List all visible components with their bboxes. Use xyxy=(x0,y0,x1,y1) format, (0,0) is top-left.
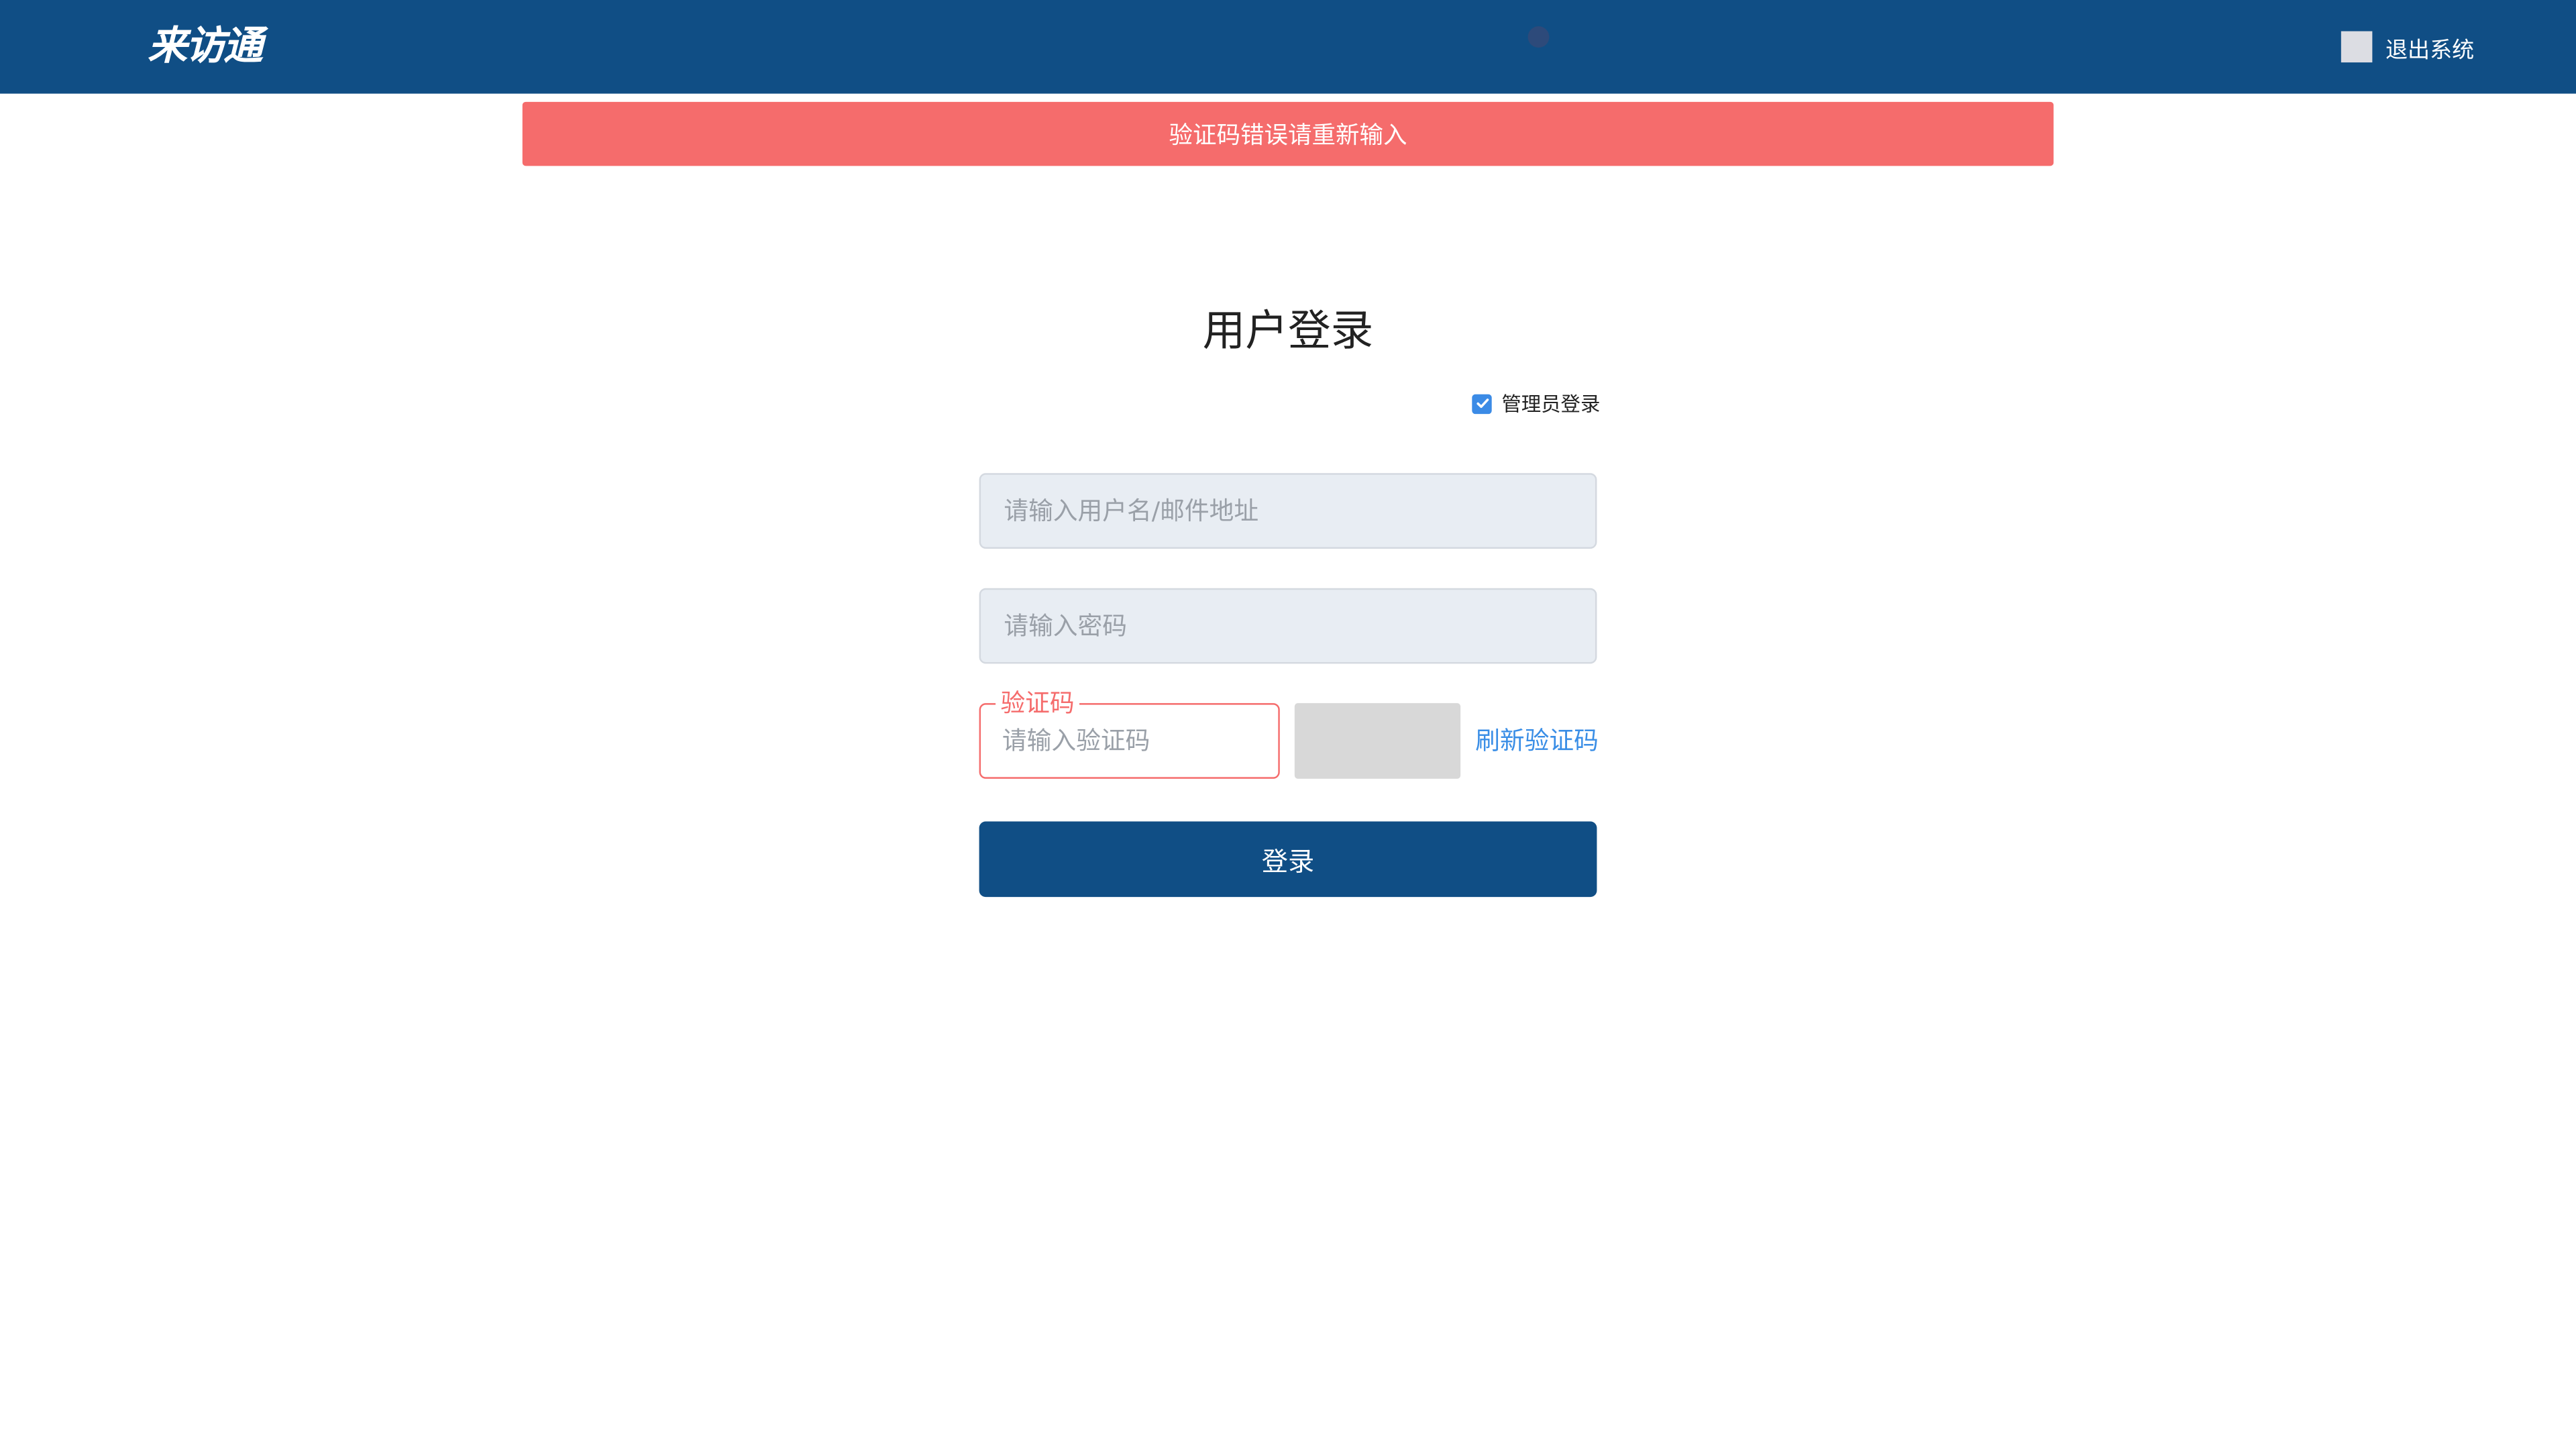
captcha-label: 验证码 xyxy=(996,686,1080,720)
top-navbar: 来访通 退出系统 xyxy=(0,0,2576,94)
username-input[interactable] xyxy=(1004,496,1595,526)
checkbox-checked-icon[interactable] xyxy=(1472,393,1492,413)
refresh-captcha-link[interactable]: 刷新验证码 xyxy=(1475,723,1599,759)
captcha-image[interactable] xyxy=(1294,703,1461,779)
username-field[interactable] xyxy=(979,473,1597,549)
password-field[interactable] xyxy=(979,588,1597,664)
admin-login-label: 管理员登录 xyxy=(1501,392,1601,416)
error-alert-message: 验证码错误请重新输入 xyxy=(1169,123,1407,150)
admin-login-checkbox[interactable]: 管理员登录 xyxy=(1472,389,1600,417)
logout-button[interactable]: 退出系统 xyxy=(2341,30,2474,64)
error-alert: 验证码错误请重新输入 xyxy=(522,101,2054,166)
app-logo[interactable]: 来访通 xyxy=(148,21,262,70)
user-avatar-icon xyxy=(2341,31,2373,63)
login-button[interactable]: 登录 xyxy=(979,821,1597,898)
captcha-input[interactable] xyxy=(1002,726,1279,756)
password-input[interactable] xyxy=(1004,611,1595,641)
page-title: 用户登录 xyxy=(1202,307,1374,357)
status-indicator-icon xyxy=(1527,26,1550,48)
logout-label: 退出系统 xyxy=(2385,37,2475,64)
